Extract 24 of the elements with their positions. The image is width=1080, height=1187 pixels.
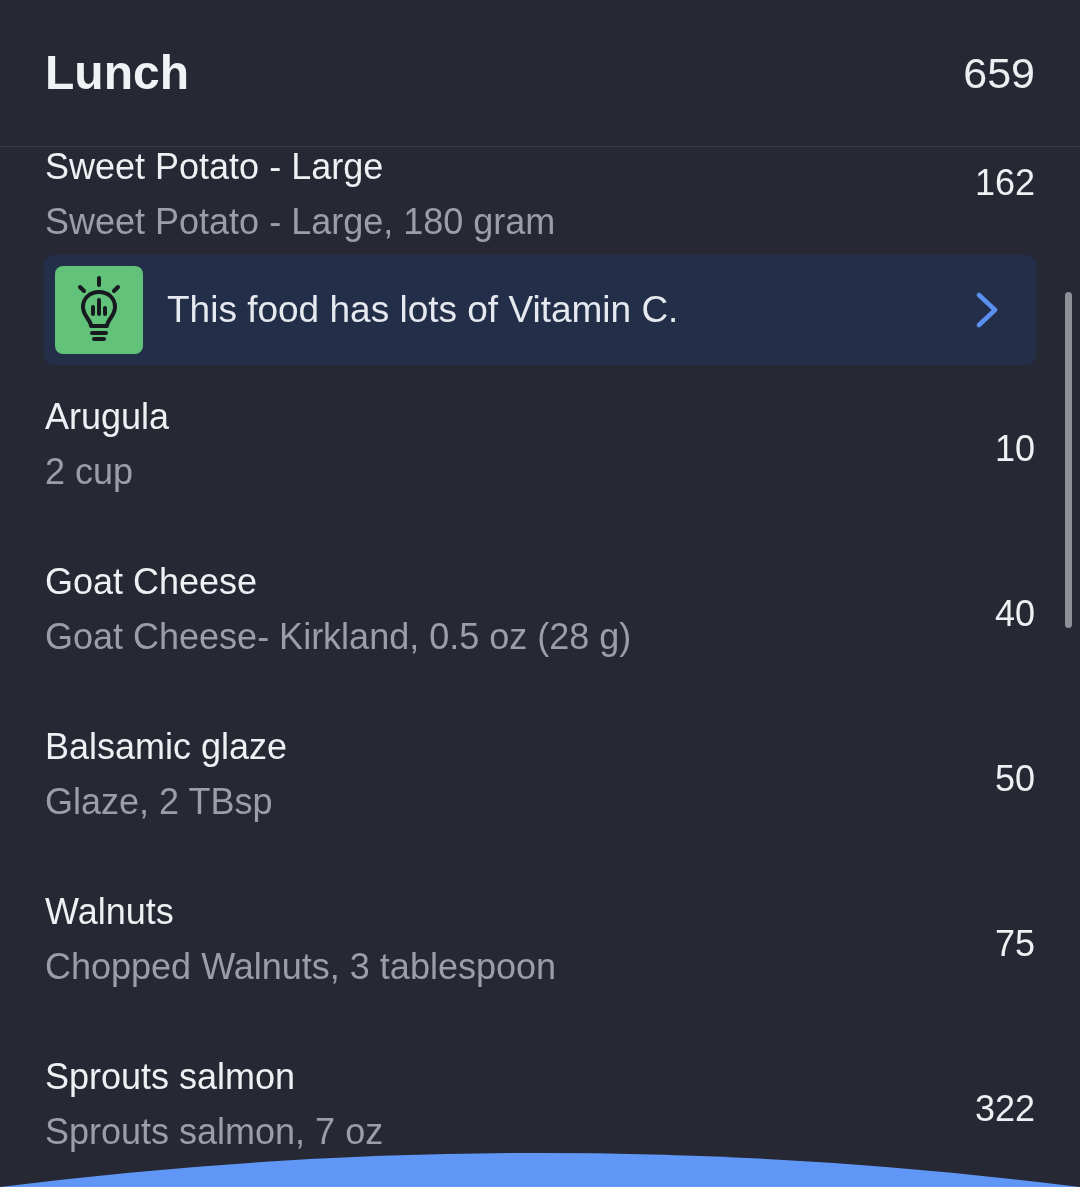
meal-calories: 659 xyxy=(963,48,1035,99)
food-name: Sweet Potato - Large xyxy=(45,147,385,187)
food-name: Goat Cheese xyxy=(45,562,259,602)
food-serving: Chopped Walnuts, 3 tablespoon xyxy=(45,947,557,987)
food-serving: Glaze, 2 TBsp xyxy=(45,782,274,822)
food-calories: 75 xyxy=(994,921,1035,964)
food-serving: Sprouts salmon, 7 oz xyxy=(45,1112,385,1152)
food-name: Walnuts xyxy=(45,892,175,932)
food-name: Arugula xyxy=(45,397,171,437)
chevron-right-icon xyxy=(976,292,998,328)
food-serving: 2 cup xyxy=(45,452,135,492)
food-name: Balsamic glaze xyxy=(45,727,289,767)
food-calories: 10 xyxy=(994,426,1035,469)
food-calories: 162 xyxy=(974,161,1035,203)
food-serving: Goat Cheese- Kirkland, 0.5 oz (28 g) xyxy=(45,617,633,657)
food-name: Sprouts salmon xyxy=(45,1057,297,1097)
meal-title: Lunch xyxy=(45,45,189,101)
food-calories: 40 xyxy=(994,591,1035,634)
tip-banner[interactable]: This food has lots of Vitamin C. xyxy=(44,255,1036,365)
food-serving: Sweet Potato - Large, 180 gram xyxy=(45,202,557,242)
lightbulb-icon xyxy=(55,266,143,354)
tip-text: This food has lots of Vitamin C. xyxy=(167,288,680,332)
food-calories: 322 xyxy=(974,1086,1035,1129)
food-calories: 50 xyxy=(994,756,1035,799)
